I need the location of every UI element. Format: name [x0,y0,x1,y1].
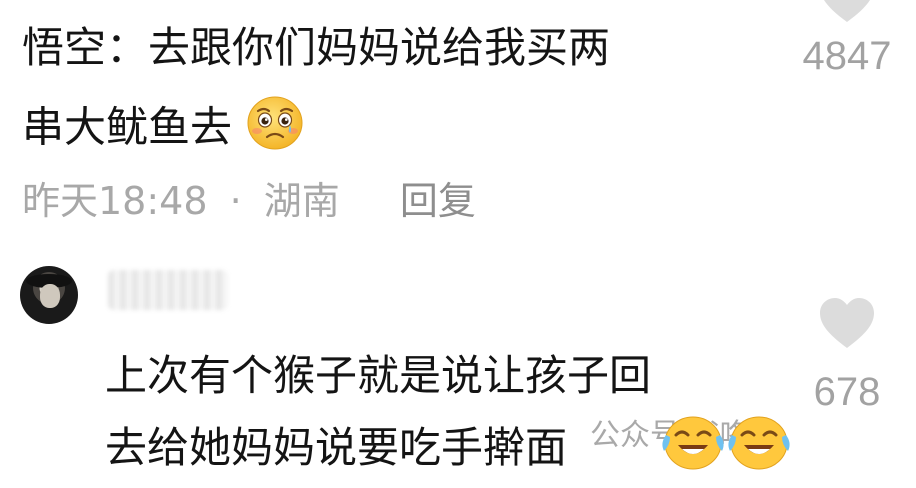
comment-1-like[interactable]: 4847 [792,0,902,80]
comment-1-meta: 昨天18:48 · 湖南 回复 [22,176,476,226]
comment-2-text-line-2-text: 去给她妈妈说要吃手擀面 [105,423,568,472]
tears-of-joy-icon [726,413,792,477]
avatar[interactable] [20,266,78,324]
pleading-face-icon [245,95,305,165]
comment-1-like-count: 4847 [802,34,892,78]
comment-2-emojis [660,413,792,477]
comment-1-text-line-1: 悟空：去跟你们妈妈说给我买两 [22,23,611,72]
comment-2-like[interactable]: 678 [792,296,902,416]
comment-1-text-line-2: 串大鱿鱼去 [22,95,305,165]
heart-icon[interactable] [818,296,876,350]
comment-1-reply-button[interactable]: 回复 [400,179,476,223]
comment-1-location: 湖南 [263,179,340,223]
username-blurred[interactable] [108,270,228,310]
meta-separator: · [229,179,242,223]
heart-icon[interactable] [818,0,876,24]
tears-of-joy-icon [660,413,726,477]
comment-2-text-line-1: 上次有个猴子就是说让孩子回 [105,351,652,400]
comment-2-text-line-2: 去给她妈妈说要吃手擀面 [105,420,567,476]
comment-1-time: 昨天18:48 [22,179,208,223]
comment-2-like-count: 678 [813,370,881,414]
comment-1-text-line-2-text: 串大鱿鱼去 [22,102,233,152]
avatar-face [40,284,60,308]
